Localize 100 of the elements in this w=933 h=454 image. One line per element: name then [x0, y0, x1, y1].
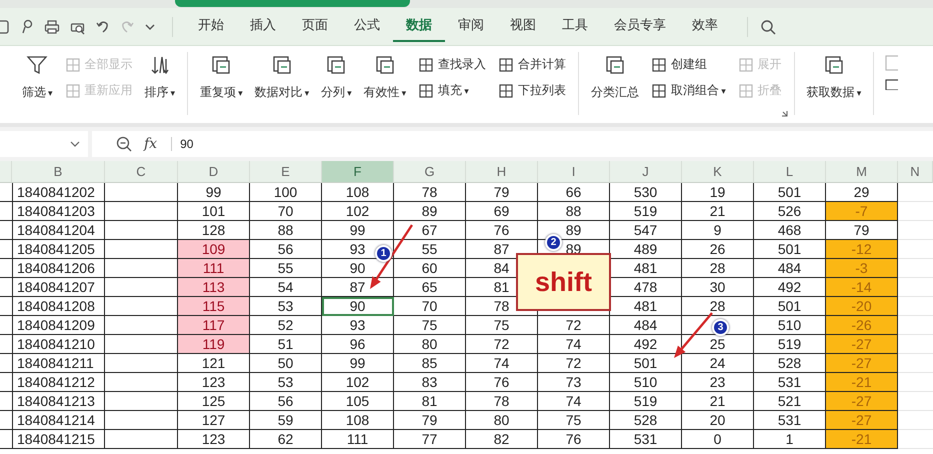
table-cell: 19 [682, 183, 754, 202]
table-cell: 76 [466, 373, 538, 392]
table-cell: 1840841206 [12, 259, 105, 278]
table-cell: 9 [682, 221, 754, 240]
column-header[interactable]: F [322, 161, 394, 183]
table-cell: 56 [250, 392, 322, 411]
table-cell: 85 [394, 354, 466, 373]
table-cell: -21 [826, 430, 898, 449]
column-header[interactable]: G [394, 161, 466, 183]
table-cell: 60 [394, 259, 466, 278]
table-cell: 69 [466, 202, 538, 221]
table-cell: 20 [682, 411, 754, 430]
table-cell: 510 [610, 373, 682, 392]
table-cell: 62 [250, 430, 322, 449]
table-cell: 1840841209 [12, 316, 105, 335]
column-header[interactable]: J [610, 161, 682, 183]
menu-tab[interactable]: 插入 [237, 12, 289, 42]
ribbon-button[interactable]: 有效性 ▾ [362, 50, 408, 123]
column-header[interactable]: K [682, 161, 754, 183]
menu-tab[interactable]: 效率 [679, 12, 731, 42]
column-header[interactable]: C [105, 161, 178, 183]
column-header[interactable]: B [12, 161, 105, 183]
table-cell: 23 [682, 373, 754, 392]
column-header[interactable]: D [178, 161, 250, 183]
table-cell: 0 [682, 430, 754, 449]
menu-tab[interactable]: 数据 [393, 12, 445, 42]
table-cell: 111 [178, 259, 250, 278]
table-cell: 59 [250, 411, 322, 430]
table-cell: 75 [394, 316, 466, 335]
column-header[interactable]: M [826, 161, 898, 183]
table-cell: 80 [466, 411, 538, 430]
ribbon-button[interactable]: 合并计算 [496, 56, 568, 73]
table-cell: 530 [610, 183, 682, 202]
table-cell: 90 [322, 297, 394, 316]
table-cell: 54 [250, 278, 322, 297]
table-cell: 1840841204 [12, 221, 105, 240]
table-cell: 1840841213 [12, 392, 105, 411]
column-header[interactable]: L [754, 161, 826, 183]
table-cell: 73 [538, 373, 610, 392]
table-cell: 100 [250, 183, 322, 202]
ribbon-button[interactable]: 取消组合 ▾ [649, 82, 728, 99]
column-header[interactable]: E [250, 161, 322, 183]
table-cell: 74 [538, 392, 610, 411]
table-cell: -21 [826, 373, 898, 392]
menu-tab[interactable]: 会员专享 [601, 12, 679, 42]
table-cell: -27 [826, 335, 898, 354]
table-cell: 72 [466, 335, 538, 354]
column-header[interactable]: H [466, 161, 538, 183]
table-cell: 74 [466, 354, 538, 373]
column-header[interactable]: I [538, 161, 610, 183]
ribbon-button[interactable]: 分类汇总 [589, 50, 642, 123]
ribbon-button[interactable]: 获取数据 ▾ [804, 50, 864, 123]
table-cell: 51 [250, 335, 322, 354]
table-cell: 21 [682, 202, 754, 221]
table-cell: -7 [826, 202, 898, 221]
menu-tab[interactable]: 开始 [185, 12, 237, 42]
table-cell: 119 [178, 335, 250, 354]
table-cell: -14 [826, 278, 898, 297]
table-cell: 88 [250, 221, 322, 240]
table-cell: 82 [466, 430, 538, 449]
table-cell: 53 [250, 373, 322, 392]
ribbon-button[interactable]: 创建组 [649, 56, 728, 73]
ribbon-button[interactable]: 筛选 ▾ [20, 50, 55, 123]
ribbon-button[interactable]: 重复项 ▾ [198, 50, 245, 123]
key-callout: shift [516, 253, 611, 311]
menu-tab[interactable]: 视图 [497, 12, 549, 42]
table-cell: 55 [250, 259, 322, 278]
table-cell: 109 [178, 240, 250, 259]
table-cell: 102 [322, 202, 394, 221]
table-cell: 77 [394, 430, 466, 449]
menu-tab[interactable]: 工具 [549, 12, 601, 42]
table-cell: -12 [826, 240, 898, 259]
table-cell: 72 [538, 316, 610, 335]
step-badge: 3 [712, 319, 729, 336]
table-cell: 1840841207 [12, 278, 105, 297]
formula-field[interactable]: fx 90 [92, 131, 933, 157]
table-cell: 88 [538, 202, 610, 221]
function-label[interactable]: fx [144, 136, 158, 152]
table-cell: 81 [394, 392, 466, 411]
ribbon-button[interactable]: 查找录入 [416, 56, 488, 73]
table-cell: 83 [394, 373, 466, 392]
ribbon-button[interactable]: 填充 ▾ [416, 82, 488, 99]
table-cell: 123 [178, 373, 250, 392]
table-cell: 99 [322, 221, 394, 240]
table-cell: 52 [250, 316, 322, 335]
menu-tab[interactable]: 页面 [289, 12, 341, 42]
ribbon-button[interactable]: 数据对比 ▾ [252, 50, 312, 123]
menu-tab[interactable]: 审阅 [445, 12, 497, 42]
table-cell: -3 [826, 259, 898, 278]
table-cell: 547 [610, 221, 682, 240]
table-cell: 1840841210 [12, 335, 105, 354]
table-cell: 53 [250, 297, 322, 316]
ribbon-button[interactable]: 排序 ▾ [142, 50, 178, 123]
ribbon-button[interactable]: 分列 ▾ [319, 50, 354, 123]
ribbon-button[interactable]: 下拉列表 [496, 82, 568, 99]
table-cell: 21 [682, 392, 754, 411]
menu-tab[interactable]: 公式 [341, 12, 393, 42]
table-cell: -27 [826, 392, 898, 411]
column-header[interactable]: N [898, 161, 933, 183]
table-cell: 26 [682, 240, 754, 259]
